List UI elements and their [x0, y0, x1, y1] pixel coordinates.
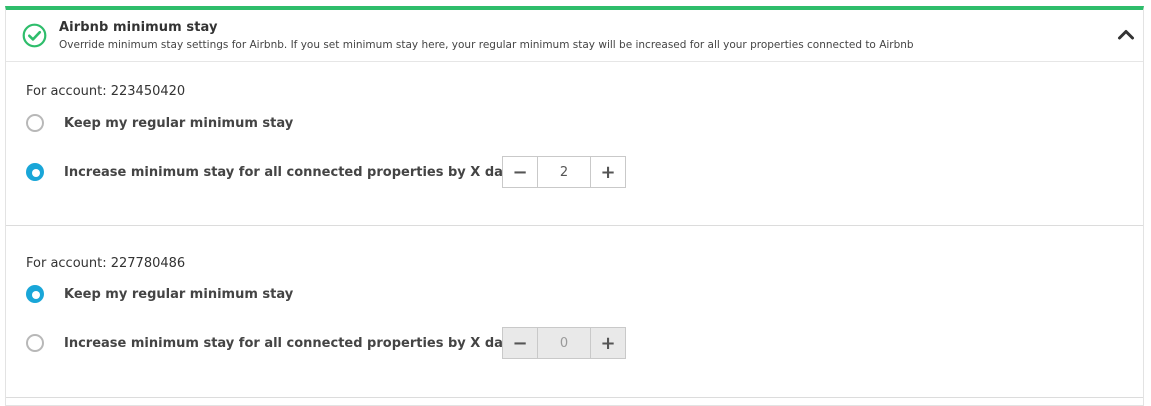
days-stepper[interactable]: − 2 + — [502, 156, 626, 188]
airbnb-minimum-stay-panel: Airbnb minimum stay Override minimum sta… — [5, 6, 1144, 406]
option-label: Keep my regular minimum stay — [64, 286, 294, 302]
option-increase-by-days[interactable]: Increase minimum stay for all connected … — [26, 161, 519, 183]
radio-button-selected[interactable] — [26, 163, 44, 181]
account-label: For account: 223450420 — [26, 84, 186, 99]
option-label: Keep my regular minimum stay — [64, 115, 294, 131]
account-label: For account: 227780486 — [26, 256, 186, 271]
stepper-value[interactable]: 2 — [538, 157, 590, 187]
panel-subtitle: Override minimum stay settings for Airbn… — [59, 39, 914, 51]
panel-title: Airbnb minimum stay — [59, 20, 218, 35]
option-increase-by-days[interactable]: Increase minimum stay for all connected … — [26, 332, 519, 354]
chevron-up-icon[interactable] — [1117, 27, 1135, 41]
increment-button[interactable]: + — [590, 328, 625, 358]
option-label: Increase minimum stay for all connected … — [64, 164, 519, 180]
radio-button[interactable] — [26, 334, 44, 352]
account-section: For account: 223450420 Keep my regular m… — [6, 62, 1143, 226]
check-circle-icon — [22, 23, 47, 48]
decrement-button[interactable]: − — [503, 328, 538, 358]
days-stepper[interactable]: − 0 + — [502, 327, 626, 359]
account-section: For account: 227780486 Keep my regular m… — [6, 226, 1143, 398]
radio-button-selected[interactable] — [26, 285, 44, 303]
option-keep-regular[interactable]: Keep my regular minimum stay — [26, 283, 293, 305]
stepper-value[interactable]: 0 — [538, 328, 590, 358]
option-keep-regular[interactable]: Keep my regular minimum stay — [26, 112, 293, 134]
increment-button[interactable]: + — [590, 157, 625, 187]
decrement-button[interactable]: − — [503, 157, 538, 187]
radio-button[interactable] — [26, 114, 44, 132]
panel-header[interactable]: Airbnb minimum stay Override minimum sta… — [6, 10, 1143, 62]
option-label: Increase minimum stay for all connected … — [64, 335, 519, 351]
